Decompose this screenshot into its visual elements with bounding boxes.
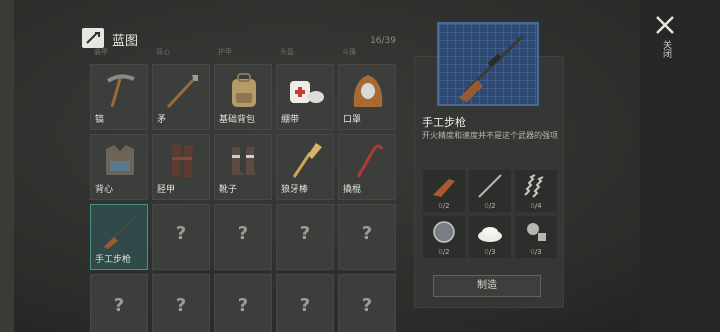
locked-blueprint[interactable]: ?: [338, 204, 396, 270]
material-slot[interactable]: 0/4: [515, 170, 557, 212]
locked-blueprint[interactable]: ?: [90, 274, 148, 332]
locked-blueprint[interactable]: ?: [276, 274, 334, 332]
unknown-mark: ?: [237, 295, 249, 316]
hood-icon: [353, 75, 383, 107]
lens-icon: [433, 221, 455, 243]
blueprint-item-selected[interactable]: 手工步枪: [90, 204, 148, 270]
material-slot[interactable]: 0/3: [469, 216, 511, 258]
blueprint-item[interactable]: 狼牙棒: [276, 134, 334, 200]
blueprint-count: 16/39: [370, 36, 396, 46]
partial-label: 头盔: [280, 48, 294, 56]
crowbar-icon: [356, 144, 384, 178]
unknown-mark: ?: [361, 223, 373, 244]
close-icon: [656, 16, 674, 34]
item-label: 手工步枪: [95, 255, 132, 265]
unknown-mark: ?: [175, 295, 187, 316]
material-need: /2: [442, 248, 450, 256]
blueprint-item[interactable]: 口罩: [338, 64, 396, 130]
unknown-mark: ?: [175, 223, 187, 244]
greaves-icon: [172, 145, 193, 177]
scrolled-row-labels: 装甲 背心 护甲 头盔 斗篷: [90, 48, 410, 60]
material-need: /2: [488, 202, 496, 210]
locked-blueprint[interactable]: ?: [152, 204, 210, 270]
blueprint-item[interactable]: 镐: [90, 64, 148, 130]
blueprint-preview: [437, 22, 539, 106]
right-side-bar: [640, 0, 720, 332]
unknown-mark: ?: [237, 223, 249, 244]
item-label: 狼牙棒: [281, 185, 309, 195]
blueprint-item[interactable]: 绷带: [276, 64, 334, 130]
powder-icon: [478, 227, 502, 242]
locked-blueprint[interactable]: ?: [214, 274, 272, 332]
locked-blueprint[interactable]: ?: [338, 274, 396, 332]
metal-rod-icon: [478, 174, 502, 198]
pickaxe-icon: [106, 74, 135, 108]
material-need: /3: [534, 248, 542, 256]
spear-icon: [166, 75, 198, 109]
blueprint-item[interactable]: 基础背包: [214, 64, 272, 130]
backpack-icon: [232, 73, 256, 107]
left-edge-panel: [0, 0, 14, 332]
close-button[interactable]: [654, 14, 676, 36]
screw-icon: [527, 223, 546, 241]
partial-label: 护甲: [218, 48, 232, 56]
gunstock-icon: [433, 179, 455, 197]
spring-icon: [524, 174, 544, 198]
material-need: /2: [442, 202, 450, 210]
detail-title: 手工步枪: [422, 116, 466, 129]
unknown-mark: ?: [113, 295, 125, 316]
blueprint-item[interactable]: 胫甲: [152, 134, 210, 200]
partial-label: 装甲: [94, 48, 108, 56]
unknown-mark: ?: [299, 295, 311, 316]
item-label: 基础背包: [219, 115, 256, 125]
close-label: 关闭: [661, 40, 671, 58]
rifle-blueprint-icon: [459, 34, 525, 102]
rifle-icon: [104, 216, 137, 249]
craft-button[interactable]: 制造: [433, 275, 541, 297]
vest-icon: [106, 145, 134, 175]
blueprint-item[interactable]: 撬棍: [338, 134, 396, 200]
bandage-icon: [290, 81, 324, 103]
item-label: 靴子: [219, 185, 238, 195]
boots-icon: [232, 147, 258, 175]
mace-icon: [292, 143, 322, 178]
material-need: /4: [534, 202, 542, 210]
partial-label: 斗篷: [342, 48, 356, 56]
detail-description: 开火精度和速度并不是这个武器的强项: [422, 131, 558, 140]
item-label: 矛: [157, 115, 167, 125]
item-label: 绷带: [281, 115, 300, 125]
locked-blueprint[interactable]: ?: [214, 204, 272, 270]
material-slot[interactable]: 0/3: [515, 216, 557, 258]
material-slot[interactable]: 0/2: [423, 170, 465, 212]
material-slot[interactable]: 0/2: [423, 216, 465, 258]
blueprint-item[interactable]: 矛: [152, 64, 210, 130]
blueprint-item[interactable]: 背心: [90, 134, 148, 200]
page-title: 蓝图: [112, 34, 139, 49]
item-label: 撬棍: [343, 185, 362, 195]
locked-blueprint[interactable]: ?: [152, 274, 210, 332]
unknown-mark: ?: [361, 295, 373, 316]
partial-label: 背心: [156, 48, 170, 56]
unknown-mark: ?: [299, 223, 311, 244]
blueprint-map-icon: [82, 28, 104, 48]
item-label: 口罩: [343, 115, 362, 125]
item-label: 背心: [95, 185, 114, 195]
locked-blueprint[interactable]: ?: [276, 204, 334, 270]
material-need: /3: [488, 248, 496, 256]
blueprint-item[interactable]: 靴子: [214, 134, 272, 200]
material-slot[interactable]: 0/2: [469, 170, 511, 212]
item-label: 胫甲: [157, 185, 176, 195]
blueprint-grid: 镐 矛 基础背包 绷带 口罩 背心 胫甲 靴子 狼牙棒 撬棍 手工步枪 ? ? …: [90, 60, 410, 332]
item-label: 镐: [95, 115, 105, 125]
